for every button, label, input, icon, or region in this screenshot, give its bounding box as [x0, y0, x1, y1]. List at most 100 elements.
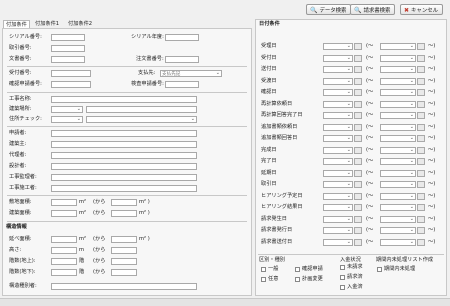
date-picker-button[interactable]: [417, 204, 425, 211]
builder-field[interactable]: [51, 141, 197, 148]
serial-ver-field[interactable]: [165, 34, 199, 41]
date-to-select[interactable]: ⌄: [380, 169, 416, 177]
floors-below-to-field[interactable]: [111, 269, 137, 276]
date-from-select[interactable]: ⌄: [323, 135, 353, 142]
remarks-field[interactable]: [51, 283, 197, 290]
date-from-select[interactable]: ⌄: [323, 169, 353, 177]
kubun-confirm-checkbox[interactable]: [295, 267, 300, 272]
date-from-select[interactable]: ⌄: [323, 238, 353, 246]
date-picker-button[interactable]: [417, 112, 425, 119]
input-unbilled-checkbox[interactable]: [340, 265, 345, 270]
date-from-select[interactable]: ⌄: [323, 146, 353, 154]
input-billed-checkbox[interactable]: [340, 275, 345, 280]
doc-no-field[interactable]: [51, 56, 85, 63]
date-from-select[interactable]: ⌄: [323, 43, 353, 50]
data-search-button[interactable]: 🔍 データ検索: [306, 4, 352, 15]
input-paid-checkbox[interactable]: [340, 285, 345, 290]
designer-field[interactable]: [51, 163, 197, 170]
date-picker-button[interactable]: [417, 158, 425, 165]
agent-field[interactable]: [51, 152, 197, 159]
address-check-select[interactable]: ⌄: [51, 116, 83, 123]
date-to-select[interactable]: ⌄: [380, 204, 416, 211]
kubun-general-checkbox[interactable]: [261, 267, 266, 272]
date-picker-button[interactable]: [354, 146, 362, 154]
date-from-select[interactable]: ⌄: [323, 215, 353, 223]
height-to-field[interactable]: [111, 247, 137, 254]
date-from-select[interactable]: ⌄: [323, 227, 353, 234]
confirm-no-field[interactable]: [51, 81, 91, 88]
date-from-select[interactable]: ⌄: [323, 204, 353, 211]
date-to-select[interactable]: ⌄: [380, 158, 416, 165]
date-picker-button[interactable]: [417, 89, 425, 96]
request-search-button[interactable]: 🔍 請求書検索: [350, 4, 396, 15]
date-picker-button[interactable]: [354, 192, 362, 200]
date-picker-button[interactable]: [354, 169, 362, 177]
floors-above-from-field[interactable]: [51, 258, 77, 265]
date-picker-button[interactable]: [417, 169, 425, 177]
date-from-select[interactable]: ⌄: [323, 123, 353, 131]
date-from-select[interactable]: ⌄: [323, 112, 353, 119]
date-picker-button[interactable]: [417, 123, 425, 131]
date-from-select[interactable]: ⌄: [323, 54, 353, 62]
total-floor-from-field[interactable]: [51, 236, 77, 243]
contract-no-field[interactable]: [165, 56, 199, 63]
date-picker-button[interactable]: [354, 100, 362, 108]
request-no-field[interactable]: [51, 45, 85, 52]
date-from-select[interactable]: ⌄: [323, 181, 353, 188]
date-to-select[interactable]: ⌄: [380, 238, 416, 246]
applicant-field[interactable]: [51, 130, 197, 137]
date-from-select[interactable]: ⌄: [323, 192, 353, 200]
floors-below-from-field[interactable]: [51, 269, 77, 276]
total-floor-to-field[interactable]: [111, 236, 137, 243]
date-to-select[interactable]: ⌄: [380, 123, 416, 131]
date-to-select[interactable]: ⌄: [380, 89, 416, 96]
date-picker-button[interactable]: [417, 54, 425, 62]
date-picker-button[interactable]: [354, 112, 362, 119]
cancel-button[interactable]: ✖ キャンセル: [400, 4, 443, 15]
date-from-select[interactable]: ⌄: [323, 158, 353, 165]
date-picker-button[interactable]: [354, 43, 362, 50]
date-picker-button[interactable]: [417, 181, 425, 188]
check-confirm-no-field[interactable]: [165, 81, 199, 88]
date-picker-button[interactable]: [417, 135, 425, 142]
building-area-from-field[interactable]: [51, 210, 77, 217]
building-area-to-field[interactable]: [111, 210, 137, 217]
date-to-select[interactable]: ⌄: [380, 215, 416, 223]
date-to-select[interactable]: ⌄: [380, 135, 416, 142]
date-from-select[interactable]: ⌄: [323, 77, 353, 85]
date-to-select[interactable]: ⌄: [380, 181, 416, 188]
payment-to-select[interactable]: 支払先記 ⌄: [160, 70, 222, 77]
date-picker-button[interactable]: [354, 238, 362, 246]
date-to-select[interactable]: ⌄: [380, 192, 416, 200]
date-picker-button[interactable]: [417, 227, 425, 234]
contractor-field[interactable]: [51, 185, 197, 192]
height-from-field[interactable]: [51, 247, 77, 254]
date-to-select[interactable]: ⌄: [380, 227, 416, 234]
building-place-field[interactable]: [86, 106, 197, 113]
date-from-select[interactable]: ⌄: [323, 100, 353, 108]
date-to-select[interactable]: ⌄: [380, 43, 416, 50]
date-picker-button[interactable]: [417, 146, 425, 154]
date-to-select[interactable]: ⌄: [380, 54, 416, 62]
date-picker-button[interactable]: [354, 135, 362, 142]
date-picker-button[interactable]: [417, 215, 425, 223]
date-from-select[interactable]: ⌄: [323, 89, 353, 96]
serial-no-field[interactable]: [51, 34, 85, 41]
date-picker-button[interactable]: [354, 123, 362, 131]
date-picker-button[interactable]: [417, 238, 425, 246]
floors-above-to-field[interactable]: [111, 258, 137, 265]
date-from-select[interactable]: ⌄: [323, 66, 353, 73]
floor-area-to-field[interactable]: [111, 199, 137, 206]
supervisor-field[interactable]: [51, 174, 197, 181]
floor-area-from-field[interactable]: [51, 199, 77, 206]
period-unprocessed-checkbox[interactable]: [377, 267, 382, 272]
date-picker-button[interactable]: [354, 89, 362, 96]
date-picker-button[interactable]: [354, 54, 362, 62]
date-to-select[interactable]: ⌄: [380, 100, 416, 108]
date-picker-button[interactable]: [417, 100, 425, 108]
date-picker-button[interactable]: [417, 192, 425, 200]
date-to-select[interactable]: ⌄: [380, 66, 416, 73]
date-picker-button[interactable]: [354, 66, 362, 73]
kubun-optional-checkbox[interactable]: [261, 277, 266, 282]
kubun-plan-change-checkbox[interactable]: [295, 277, 300, 282]
